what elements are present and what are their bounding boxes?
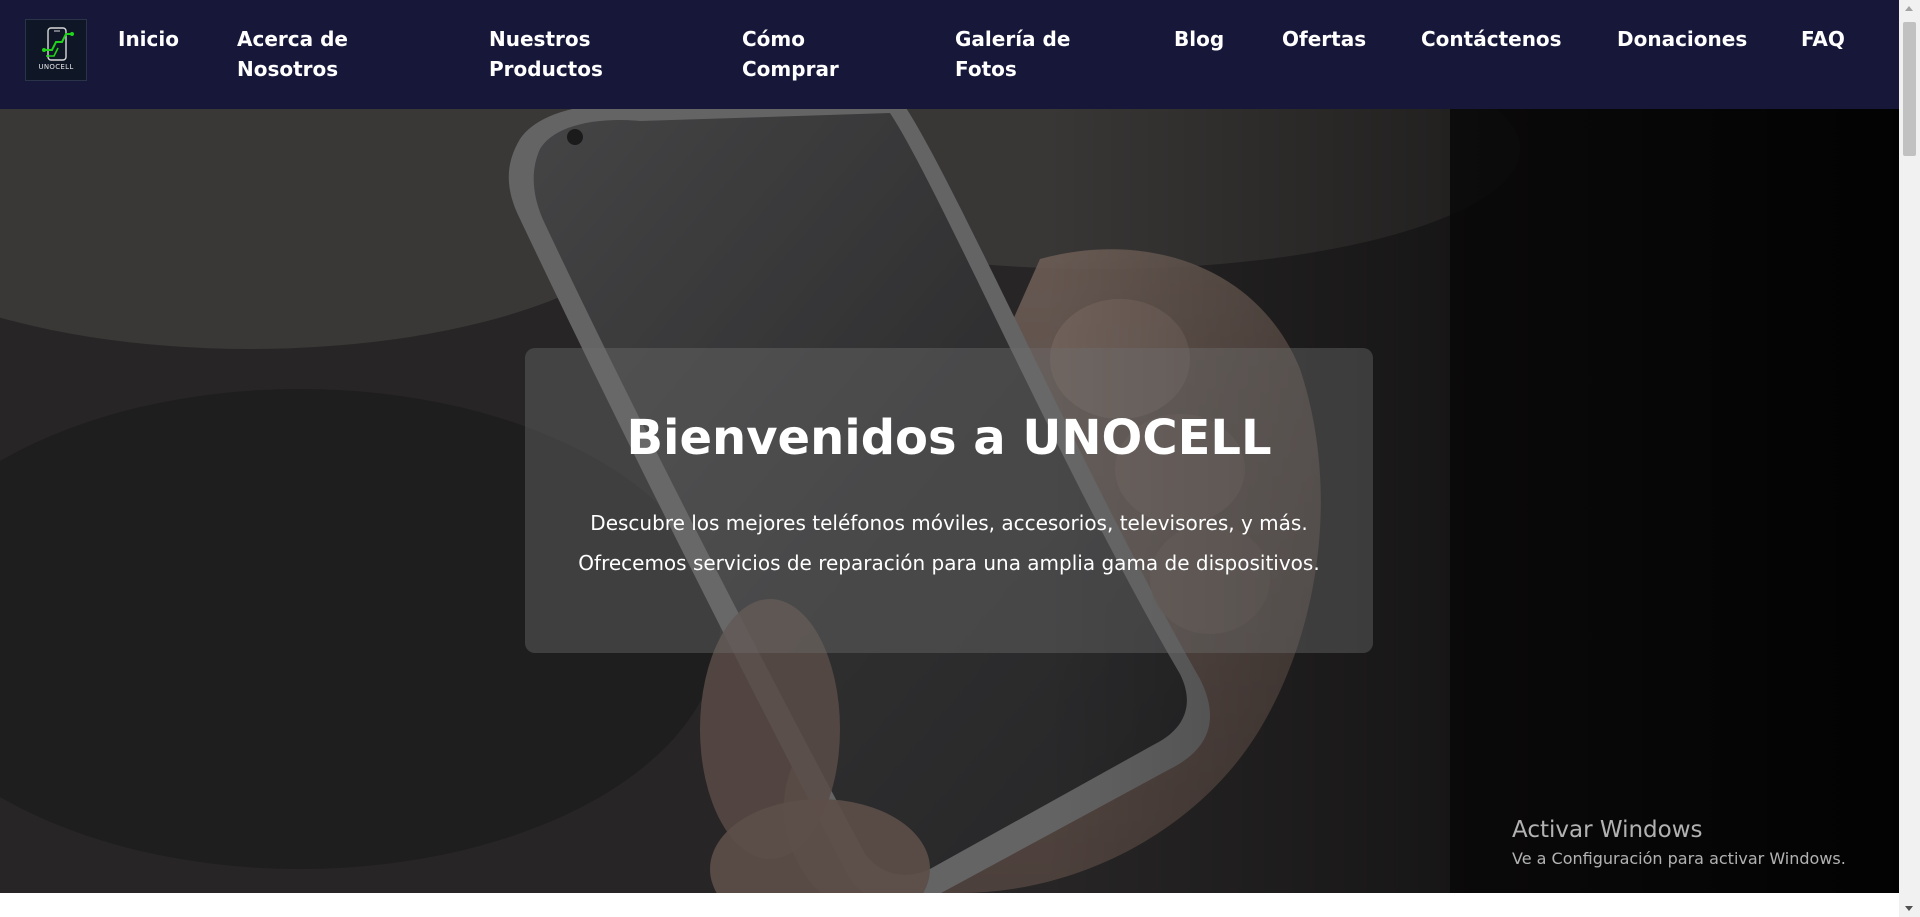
nav-item-como-comprar[interactable]: Cómo Comprar — [742, 24, 882, 84]
page: UNOCELL Inicio Acerca de Nosotros Nuestr… — [0, 0, 1920, 917]
nav-item-galeria-de-fotos[interactable]: Galería de Fotos — [955, 24, 1095, 84]
scrollbar-thumb[interactable] — [1903, 22, 1916, 156]
logo-text: UNOCELL — [38, 63, 74, 71]
nav-item-acerca-de-nosotros[interactable]: Acerca de Nosotros — [237, 24, 387, 84]
hero-title: Bienvenidos a UNOCELL — [626, 410, 1272, 466]
windows-activation-subtitle: Ve a Configuración para activar Windows. — [1512, 849, 1846, 868]
windows-activation-title: Activar Windows — [1512, 817, 1703, 843]
hero-section: Bienvenidos a UNOCELL Descubre los mejor… — [0, 109, 1899, 893]
phone-logo-icon — [42, 27, 74, 61]
nav-item-ofertas[interactable]: Ofertas — [1282, 24, 1366, 54]
vertical-scrollbar[interactable] — [1899, 0, 1920, 917]
nav-item-contactenos[interactable]: Contáctenos — [1421, 24, 1562, 54]
hero-welcome-card: Bienvenidos a UNOCELL Descubre los mejor… — [525, 348, 1373, 653]
hero-description-line-1: Descubre los mejores teléfonos móviles, … — [590, 511, 1308, 535]
nav-item-faq[interactable]: FAQ — [1801, 24, 1845, 54]
scroll-down-arrow-icon[interactable] — [1905, 906, 1913, 911]
nav-item-blog[interactable]: Blog — [1174, 24, 1224, 54]
nav-item-nuestros-productos[interactable]: Nuestros Productos — [489, 24, 659, 84]
top-navbar: UNOCELL Inicio Acerca de Nosotros Nuestr… — [0, 0, 1899, 109]
scroll-up-arrow-icon[interactable] — [1905, 6, 1913, 11]
hero-description-line-2: Ofrecemos servicios de reparación para u… — [578, 551, 1320, 575]
nav-item-donaciones[interactable]: Donaciones — [1617, 24, 1747, 54]
page-bottom-area — [0, 893, 1899, 917]
unocell-logo[interactable]: UNOCELL — [25, 19, 87, 81]
nav-item-inicio[interactable]: Inicio — [118, 24, 179, 54]
